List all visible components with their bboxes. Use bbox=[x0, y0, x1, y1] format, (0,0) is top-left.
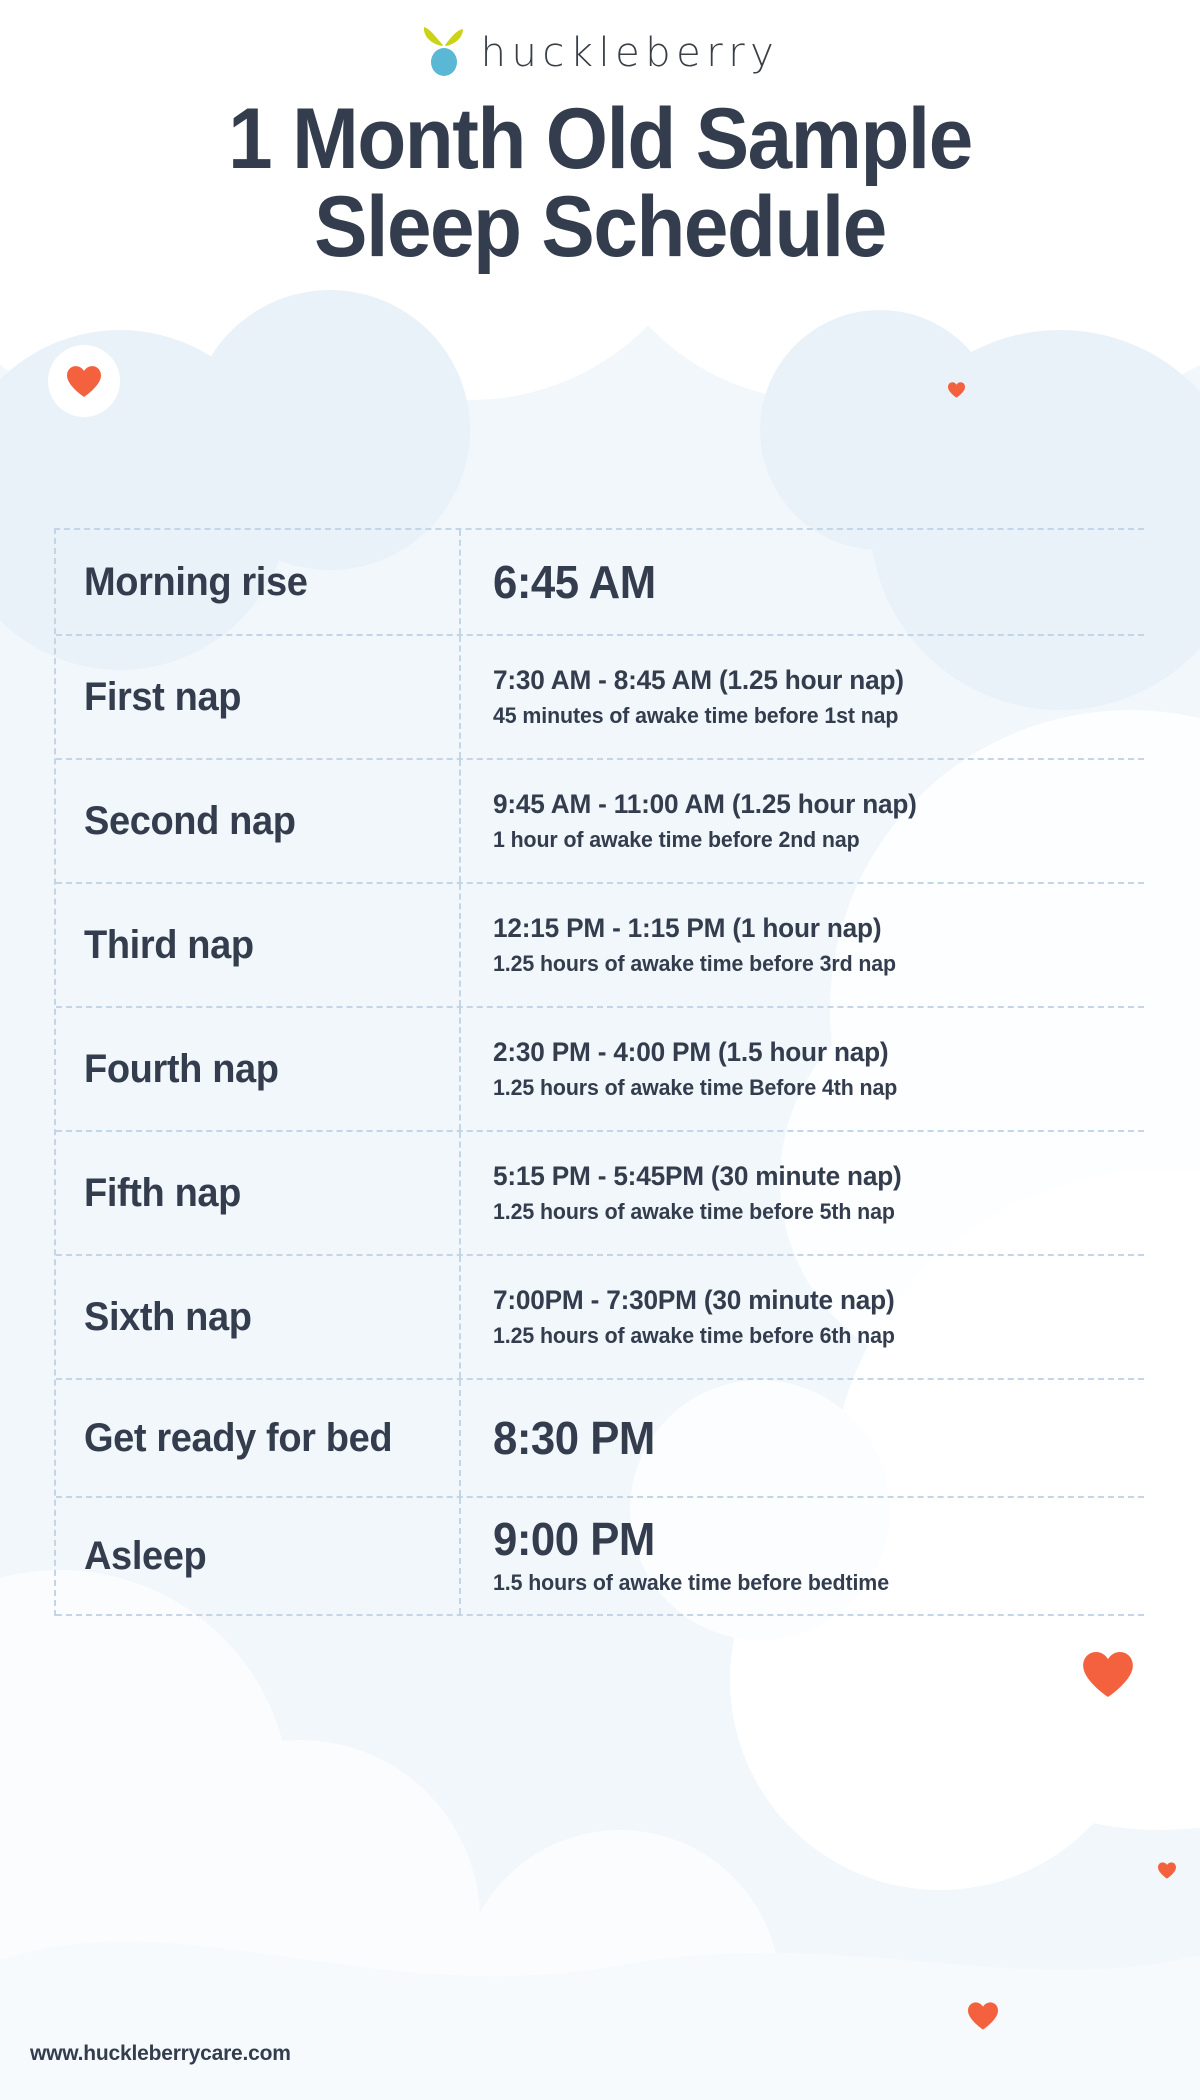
row-awake-note: 45 minutes of awake time before 1st nap bbox=[493, 702, 899, 728]
page-title: 1 Month Old Sample Sleep Schedule bbox=[228, 91, 973, 275]
row-awake-note: 1 hour of awake time before 2nd nap bbox=[493, 826, 860, 852]
heart-icon-small-right bbox=[1158, 1862, 1176, 1879]
heart-badge-left bbox=[48, 345, 120, 417]
brand-logo: huckleberry bbox=[0, 0, 1200, 76]
row-time: 6:45 AM bbox=[493, 555, 656, 608]
row-value-cell: 12:15 PM - 1:15 PM (1 hour nap) 1.25 hou… bbox=[461, 884, 1144, 1006]
row-value-cell: 9:45 AM - 11:00 AM (1.25 hour nap) 1 hou… bbox=[461, 760, 1144, 882]
table-row: Fifth nap 5:15 PM - 5:45PM (30 minute na… bbox=[56, 1132, 1144, 1256]
row-time-range: 7:00PM - 7:30PM (30 minute nap) bbox=[493, 1284, 895, 1315]
table-row: Second nap 9:45 AM - 11:00 AM (1.25 hour… bbox=[56, 760, 1144, 884]
row-label-cell: Fourth nap bbox=[56, 1008, 461, 1130]
heart-icon-bottom bbox=[968, 2002, 998, 2030]
row-value-cell: 7:30 AM - 8:45 AM (1.25 hour nap) 45 min… bbox=[461, 636, 1144, 758]
huckleberry-berry-icon bbox=[423, 27, 463, 76]
row-time: 9:00 PM bbox=[493, 1513, 655, 1566]
row-label-cell: Get ready for bed bbox=[56, 1380, 461, 1496]
table-row: Fourth nap 2:30 PM - 4:00 PM (1.5 hour n… bbox=[56, 1008, 1144, 1132]
brand-wordmark: huckleberry bbox=[480, 30, 780, 76]
row-awake-note: 1.25 hours of awake time before 3rd nap bbox=[493, 950, 897, 976]
row-label: Second nap bbox=[84, 798, 296, 843]
row-label-cell: First nap bbox=[56, 636, 461, 758]
infographic-page: huckleberry 1 Month Old Sample Sleep Sch… bbox=[0, 0, 1200, 2100]
heart-badge-right bbox=[1062, 1628, 1154, 1720]
row-label-cell: Sixth nap bbox=[56, 1256, 461, 1378]
row-time: 8:30 PM bbox=[493, 1411, 655, 1464]
row-awake-note: 1.5 hours of awake time before bedtime bbox=[493, 1570, 889, 1595]
row-awake-note: 1.25 hours of awake time before 6th nap bbox=[493, 1322, 895, 1348]
row-label: Sixth nap bbox=[84, 1294, 252, 1339]
row-value-cell: 7:00PM - 7:30PM (30 minute nap) 1.25 hou… bbox=[461, 1256, 1144, 1378]
heart-icon-small-top bbox=[948, 382, 965, 398]
row-value-cell: 9:00 PM 1.5 hours of awake time before b… bbox=[461, 1498, 1144, 1614]
row-label-cell: Second nap bbox=[56, 760, 461, 882]
row-label-cell: Asleep bbox=[56, 1498, 461, 1614]
row-label: Asleep bbox=[84, 1533, 207, 1578]
row-label: First nap bbox=[84, 674, 242, 719]
row-label: Fourth nap bbox=[84, 1046, 279, 1091]
row-time-range: 9:45 AM - 11:00 AM (1.25 hour nap) bbox=[493, 788, 917, 819]
row-awake-note: 1.25 hours of awake time before 5th nap bbox=[493, 1198, 895, 1224]
row-label: Third nap bbox=[84, 922, 254, 967]
row-time-range: 2:30 PM - 4:00 PM (1.5 hour nap) bbox=[493, 1036, 889, 1067]
table-row: First nap 7:30 AM - 8:45 AM (1.25 hour n… bbox=[56, 636, 1144, 760]
table-row: Asleep 9:00 PM 1.5 hours of awake time b… bbox=[56, 1498, 1144, 1616]
row-time-range: 12:15 PM - 1:15 PM (1 hour nap) bbox=[493, 912, 882, 943]
row-value-cell: 8:30 PM bbox=[461, 1380, 1144, 1496]
sleep-schedule-table: Morning rise 6:45 AM First nap 7:30 AM -… bbox=[54, 528, 1144, 1616]
row-label-cell: Third nap bbox=[56, 884, 461, 1006]
row-label: Get ready for bed bbox=[84, 1415, 393, 1460]
row-value-cell: 6:45 AM bbox=[461, 530, 1144, 634]
heart-icon bbox=[1083, 1651, 1133, 1697]
table-row: Third nap 12:15 PM - 1:15 PM (1 hour nap… bbox=[56, 884, 1144, 1008]
table-row: Sixth nap 7:00PM - 7:30PM (30 minute nap… bbox=[56, 1256, 1144, 1380]
footer-url[interactable]: www.huckleberrycare.com bbox=[30, 2042, 291, 2066]
row-time-range: 7:30 AM - 8:45 AM (1.25 hour nap) bbox=[493, 664, 904, 695]
table-row: Get ready for bed 8:30 PM bbox=[56, 1380, 1144, 1498]
row-value-cell: 5:15 PM - 5:45PM (30 minute nap) 1.25 ho… bbox=[461, 1132, 1144, 1254]
table-row: Morning rise 6:45 AM bbox=[56, 530, 1144, 636]
heart-icon bbox=[67, 365, 101, 397]
row-label: Fifth nap bbox=[84, 1170, 241, 1215]
row-label: Morning rise bbox=[84, 559, 308, 604]
row-time-range: 5:15 PM - 5:45PM (30 minute nap) bbox=[493, 1160, 902, 1191]
row-label-cell: Morning rise bbox=[56, 530, 461, 634]
row-value-cell: 2:30 PM - 4:00 PM (1.5 hour nap) 1.25 ho… bbox=[461, 1008, 1144, 1130]
row-label-cell: Fifth nap bbox=[56, 1132, 461, 1254]
row-awake-note: 1.25 hours of awake time Before 4th nap bbox=[493, 1074, 898, 1100]
